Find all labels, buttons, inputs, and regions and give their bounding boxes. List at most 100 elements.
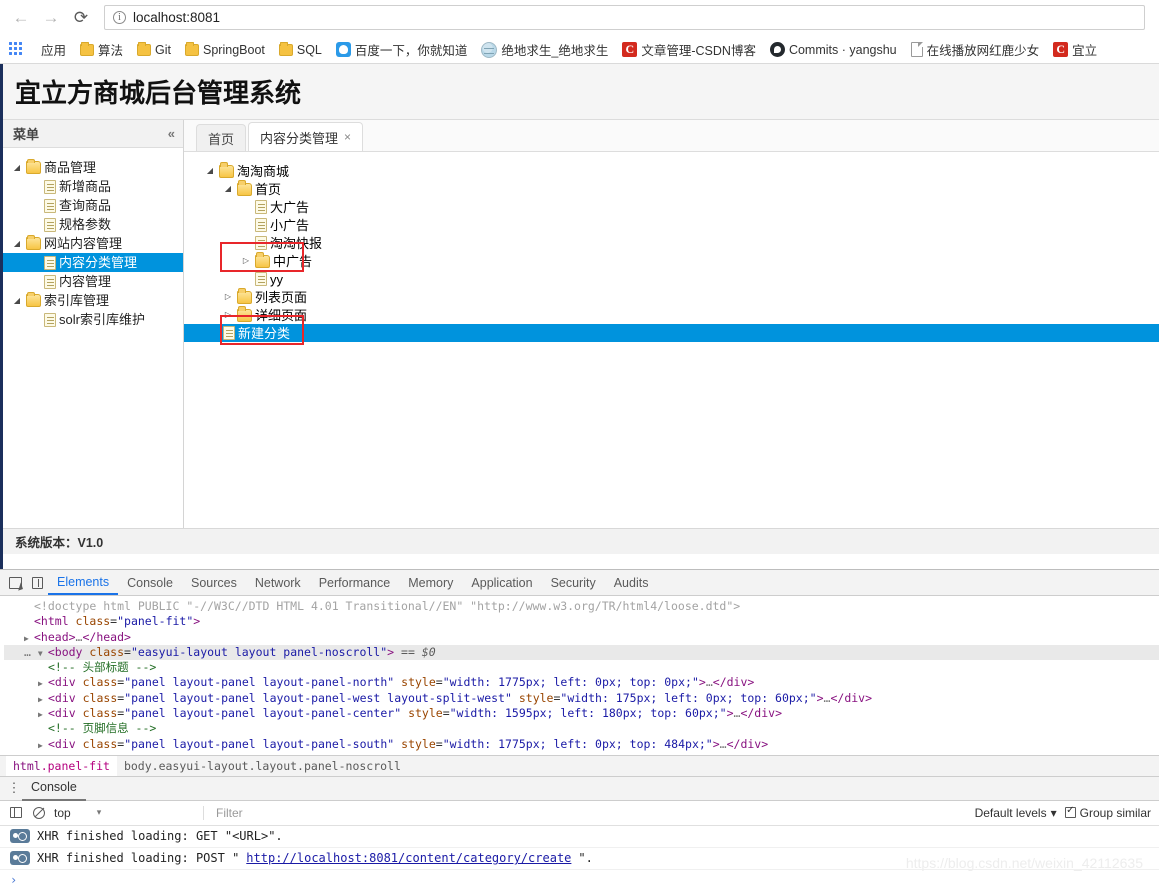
chevron-down-icon[interactable]: ▼ [38,646,48,661]
breadcrumb-html[interactable]: html .panel-fit [6,755,117,776]
collapse-arrow-icon[interactable]: ▷ [222,311,234,319]
chevron-right-icon[interactable]: ▶ [24,631,34,646]
expand-arrow-icon[interactable]: ◢ [11,239,23,248]
bookmark-item[interactable]: Commits · yangshu [764,40,903,59]
dom-line[interactable]: ▶ <div class="panel layout-panel layout-p… [4,706,1159,721]
sidebar-menu-node[interactable]: ◢ 商品管理 [3,158,183,177]
breadcrumb-body[interactable]: body .easyui-layout.layout.panel-noscroll [117,756,408,776]
bookmark-item[interactable]: 百度一下，你就知道 [330,38,474,61]
dom-line[interactable]: <!doctype html PUBLIC "-//W3C//DTD HTML … [4,599,1159,614]
content-tree-node[interactable]: ◢ 淘淘商城 [198,162,1159,180]
content-tree-node[interactable]: ▷ 中广告 [198,252,1159,270]
reload-button[interactable]: ⟳ [68,5,94,31]
collapse-sidebar-icon[interactable]: « [168,126,175,141]
content-tree-node[interactable]: · 淘淘快报 [198,234,1159,252]
console-message-link[interactable]: http://localhost:8081/content/category/c… [246,851,571,865]
content-tree-node[interactable]: ▷ 列表页面 [198,288,1159,306]
expand-arrow-icon[interactable]: ◢ [11,296,23,305]
sidebar-menu-node[interactable]: · solr索引库维护 [3,310,183,329]
collapse-arrow-icon[interactable]: ▷ [222,293,234,301]
tree-node-label: 规格参数 [59,217,112,232]
bookmark-apps[interactable]: 应用 [35,38,72,61]
chevron-right-icon[interactable]: ▶ [38,738,48,753]
checkbox-icon[interactable] [1064,805,1076,819]
tree-node-label: 小广告 [270,217,310,233]
sidebar-menu-node[interactable]: · 新增商品 [3,177,183,196]
group-similar-toggle[interactable]: Group similar [1064,805,1151,820]
bookmark-item[interactable]: 绝地求生_绝地求生 [475,38,614,61]
devtools-tab-elements[interactable]: Elements [48,570,119,595]
content-tree-node[interactable]: · 新建分类 [184,324,1159,342]
forward-button[interactable]: → [38,5,64,31]
collapse-arrow-icon[interactable]: ▷ [240,257,252,265]
content-tree-node[interactable]: · 大广告 [198,198,1159,216]
inspector-cursor-icon [8,576,22,589]
site-info-icon[interactable]: i [113,11,126,24]
tab-label: Console [31,780,77,795]
console-prompt[interactable]: › [0,870,1159,890]
address-bar[interactable]: i localhost:8081 [104,5,1145,30]
devtools-tab-performance[interactable]: Performance [310,570,400,595]
dom-line[interactable]: ▶ <div class="panel layout-panel layout-p… [4,737,1159,752]
clear-icon [32,806,45,819]
tab-home[interactable]: 首页 [196,124,247,151]
tab-content-category[interactable]: 内容分类管理 × [248,122,364,151]
bookmark-item[interactable]: SpringBoot [179,41,271,59]
dom-line[interactable]: <html class="panel-fit"> [4,614,1159,629]
watermark: https://blog.csdn.net/weixin_42112635 [905,855,1143,871]
more-options-icon[interactable]: ⋮ [6,780,22,796]
apps-grid-icon[interactable] [9,41,29,58]
document-icon [44,217,56,232]
devtools-tab-network[interactable]: Network [246,570,310,595]
console-filter-input[interactable]: Filter [212,806,967,820]
chevron-right-icon[interactable]: ▶ [38,707,48,722]
devtools-tab-security[interactable]: Security [542,570,605,595]
devtools-tab-audits[interactable]: Audits [605,570,658,595]
content-tree-node[interactable]: ◢ 首页 [198,180,1159,198]
bookmark-item[interactable]: C 宜立 [1047,38,1103,61]
drawer-tab-console[interactable]: Console [22,776,86,801]
expand-arrow-icon[interactable]: ◢ [11,163,23,172]
device-toolbar-button[interactable] [26,572,48,594]
devtools-tab-application[interactable]: Application [462,570,541,595]
tree-spacer-icon: · [240,239,252,247]
sidebar-menu-node[interactable]: · 内容管理 [3,272,183,291]
console-sidebar-button[interactable] [8,805,23,820]
close-icon[interactable]: × [344,130,351,144]
console-message[interactable]: XHR finished loading: GET "<URL>". [0,826,1159,848]
dom-line[interactable]: <!-- 页脚信息 --> [4,721,1159,736]
sidebar-menu-node[interactable]: ◢ 索引库管理 [3,291,183,310]
execution-context-selector[interactable]: top ▾ [54,805,204,820]
devtools-tab-memory[interactable]: Memory [399,570,462,595]
dom-line[interactable]: ▶ <head>…</head> [4,630,1159,645]
bookmark-item[interactable]: C 文章管理-CSDN博客 [616,38,762,61]
bookmark-item[interactable]: 算法 [74,38,129,61]
expand-arrow-icon[interactable]: ◢ [204,167,216,175]
dom-line[interactable]: <!-- 头部标题 --> [4,660,1159,675]
bookmark-item[interactable]: Git [131,41,177,59]
bookmark-item[interactable]: 在线播放网红鹿少女 [905,38,1046,61]
sidebar-menu-node[interactable]: · 规格参数 [3,215,183,234]
document-icon [44,274,56,289]
dom-line[interactable]: … ▼ <body class="easyui-layout layout pan… [4,644,1159,661]
devtools-tab-sources[interactable]: Sources [182,570,246,595]
inspect-element-button[interactable] [4,572,26,594]
log-levels-selector[interactable]: Default levels ▾ [975,806,1057,820]
bookmark-item[interactable]: SQL [273,41,328,59]
bookmark-label: 文章管理-CSDN博客 [641,44,756,58]
dom-line[interactable]: ▶ <div class="panel layout-panel layout-p… [4,675,1159,690]
sidebar-menu-node[interactable]: · 内容分类管理 [3,253,183,272]
chevron-right-icon[interactable]: ▶ [38,692,48,707]
dom-line[interactable]: ▶ <div class="panel layout-panel layout-p… [4,691,1159,706]
sidebar-menu-node[interactable]: · 查询商品 [3,196,183,215]
content-tree-node[interactable]: · 小广告 [198,216,1159,234]
devtools-tab-console[interactable]: Console [118,570,182,595]
sidebar-menu-node[interactable]: ◢ 网站内容管理 [3,234,183,253]
content-tree-node[interactable]: · yy [198,270,1159,288]
content-tree-node[interactable]: ▷ 详细页面 [198,306,1159,324]
back-button[interactable]: ← [8,5,34,31]
clear-console-button[interactable] [31,805,46,820]
dom-tree[interactable]: <!doctype html PUBLIC "-//W3C//DTD HTML … [0,596,1159,755]
chevron-right-icon[interactable]: ▶ [38,676,48,691]
expand-arrow-icon[interactable]: ◢ [222,185,234,193]
